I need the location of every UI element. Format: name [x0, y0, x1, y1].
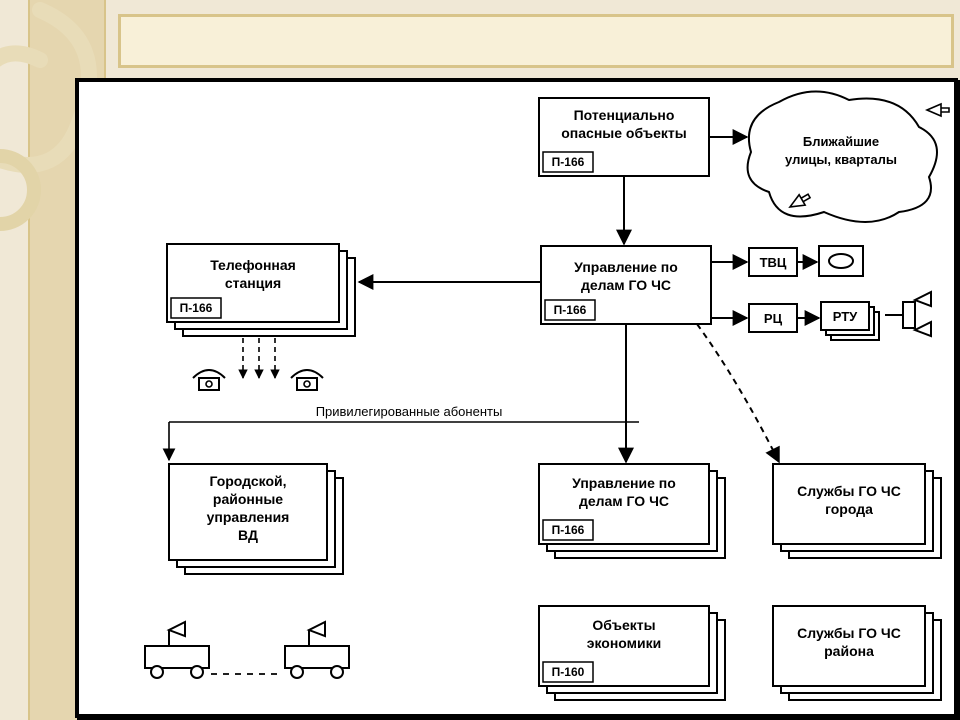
vehicle-megaphone-icon — [145, 622, 209, 678]
tel-line2: станция — [225, 275, 281, 291]
tel-tag: П-166 — [180, 301, 213, 315]
econ-l2: экономики — [587, 635, 662, 651]
svc-city-l2: города — [825, 501, 873, 517]
mgmt-line1: Управление по — [574, 259, 678, 275]
title-bar — [118, 14, 954, 68]
mgmt-tag: П-166 — [554, 303, 587, 317]
hazard-line1: Потенциально — [574, 107, 675, 123]
phone-icon — [193, 370, 225, 390]
tel-line1: Телефонная — [210, 257, 296, 273]
rc-label: РЦ — [764, 311, 783, 326]
node-services-district: Службы ГО ЧС района — [773, 606, 941, 700]
vehicle-megaphone-icon — [285, 622, 349, 678]
node-tvc: ТВЦ — [749, 248, 797, 276]
tv-icon — [819, 246, 863, 276]
dashed-arrows-telephone — [243, 338, 275, 378]
diagram-svg: Потенциально опасные объекты П-166 Ближа… — [79, 82, 954, 714]
vd-l3: управления — [207, 509, 290, 525]
diagram-frame: Потенциально опасные объекты П-166 Ближа… — [75, 78, 958, 718]
hazard-line2: опасные объекты — [561, 125, 687, 141]
privileged-subscribers-line: Привилегированные абоненты — [169, 404, 639, 460]
megaphone-icon — [927, 104, 949, 116]
mgmt2-l1: Управление по — [572, 475, 676, 491]
vd-l1: Городской, — [209, 473, 286, 489]
radio-speakers-icon — [885, 292, 931, 336]
node-rc: РЦ — [749, 304, 797, 332]
node-go-chs-management-2: Управление по делам ГО ЧС П-166 — [539, 464, 725, 558]
node-services-city: Службы ГО ЧС города — [773, 464, 941, 558]
vd-l2: районные — [213, 491, 283, 507]
tvc-label: ТВЦ — [760, 255, 787, 270]
node-nearby-streets: Ближайшие улицы, кварталы — [748, 91, 937, 222]
hazard-tag: П-166 — [552, 155, 585, 169]
svc-dist-l1: Службы ГО ЧС — [797, 625, 901, 641]
econ-l1: Объекты — [592, 617, 655, 633]
node-rtu: РТУ — [821, 302, 879, 340]
mgmt2-tag: П-166 — [552, 523, 585, 537]
rtu-label: РТУ — [833, 309, 858, 324]
phone-icon — [291, 370, 323, 390]
svc-dist-l2: района — [824, 643, 874, 659]
node-go-chs-management: Управление по делам ГО ЧС П-166 — [541, 246, 711, 324]
econ-tag: П-160 — [552, 665, 585, 679]
node-hazard-objects: Потенциально опасные объекты П-166 — [539, 98, 709, 176]
node-telephone-station: Телефонная станция П-166 — [167, 244, 355, 336]
node-economy-objects: Объекты экономики П-160 — [539, 606, 725, 700]
mgmt2-l2: делам ГО ЧС — [579, 493, 669, 509]
node-city-district-vd: Городской, районные управления ВД — [169, 464, 343, 574]
edge-dashed-mgmt-services — [697, 324, 779, 462]
streets-line1: Ближайшие — [803, 134, 879, 149]
vd-l4: ВД — [238, 527, 258, 543]
priv-label: Привилегированные абоненты — [316, 404, 503, 419]
mgmt-line2: делам ГО ЧС — [581, 277, 671, 293]
streets-line2: улицы, кварталы — [785, 152, 897, 167]
svc-city-l1: Службы ГО ЧС — [797, 483, 901, 499]
